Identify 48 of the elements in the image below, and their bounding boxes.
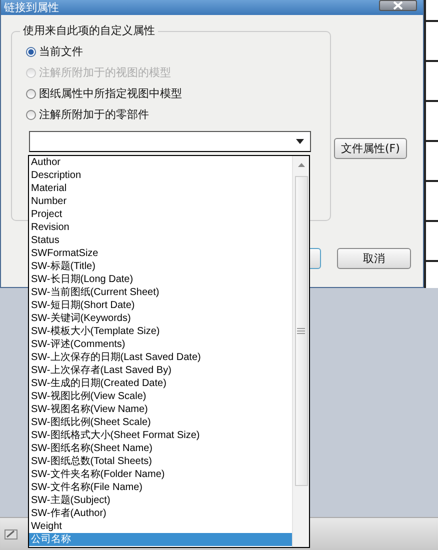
list-item[interactable]: SW-当前图纸(Current Sheet) — [29, 286, 292, 299]
close-button[interactable] — [379, 0, 417, 11]
list-item[interactable]: Description — [29, 169, 292, 182]
list-item[interactable]: SW-主题(Subject) — [29, 494, 292, 507]
list-item[interactable]: SW-视图名称(View Name) — [29, 403, 292, 416]
radio-label[interactable]: 图纸属性中所指定视图中模型 — [39, 86, 182, 101]
radio-label[interactable]: 当前文件 — [39, 44, 83, 59]
list-item[interactable]: SW-长日期(Long Date) — [29, 273, 292, 286]
list-item[interactable]: Weight — [29, 520, 292, 533]
radio-button[interactable] — [26, 88, 36, 98]
list-item[interactable]: Status — [29, 234, 292, 247]
close-icon — [392, 1, 404, 10]
scroll-thumb[interactable] — [294, 176, 308, 486]
list-item[interactable]: SW-上次保存的日期(Last Saved Date) — [29, 351, 292, 364]
file-properties-button[interactable]: 文件属性(F) — [334, 138, 407, 159]
list-item[interactable]: SW-图纸总数(Total Sheets) — [29, 455, 292, 468]
property-combo[interactable] — [29, 131, 311, 152]
list-item[interactable]: SWFormatSize — [29, 247, 292, 260]
list-item[interactable]: SW-上次保存者(Last Saved By) — [29, 364, 292, 377]
list-item[interactable]: SW-作者(Author) — [29, 507, 292, 520]
radio-button[interactable] — [26, 46, 36, 56]
list-item[interactable]: Number — [29, 195, 292, 208]
list-item[interactable]: Revision — [29, 221, 292, 234]
list-item[interactable]: SW-图纸名称(Sheet Name) — [29, 442, 292, 455]
radio-label[interactable]: 注解所附加于的零部件 — [39, 107, 149, 122]
list-item[interactable]: Material — [29, 182, 292, 195]
scrollbar[interactable] — [292, 156, 309, 547]
list-item[interactable]: SW-短日期(Short Date) — [29, 299, 292, 312]
list-item[interactable]: Author — [29, 156, 292, 169]
group-title: 使用来自此项的自定义属性 — [20, 24, 158, 38]
grip-icon — [297, 328, 305, 334]
list-item[interactable]: SW-模板大小(Template Size) — [29, 325, 292, 338]
list-item[interactable]: SW-标题(Title) — [29, 260, 292, 273]
list-item[interactable]: SW-图纸比例(Sheet Scale) — [29, 416, 292, 429]
list-item[interactable]: Project — [29, 208, 292, 221]
window-title: 链接到属性 — [4, 0, 59, 14]
list-item[interactable]: SW-关键词(Keywords) — [29, 312, 292, 325]
list-item[interactable]: SW-生成的日期(Created Date) — [29, 377, 292, 390]
scroll-up-icon[interactable] — [298, 163, 304, 167]
radio-button[interactable] — [26, 110, 36, 120]
tool-icon[interactable] — [4, 527, 18, 541]
caret-icon — [296, 139, 304, 144]
list-item[interactable]: SW-文件名称(File Name) — [29, 481, 292, 494]
list-item[interactable]: SW-文件夹名称(Folder Name) — [29, 468, 292, 481]
list-item[interactable]: SW-评述(Comments) — [29, 338, 292, 351]
list-item[interactable]: SW-图纸格式大小(Sheet Format Size) — [29, 429, 292, 442]
cancel-button[interactable]: 取消 — [337, 248, 411, 269]
list-item[interactable]: SW-视图比例(View Scale) — [29, 390, 292, 403]
